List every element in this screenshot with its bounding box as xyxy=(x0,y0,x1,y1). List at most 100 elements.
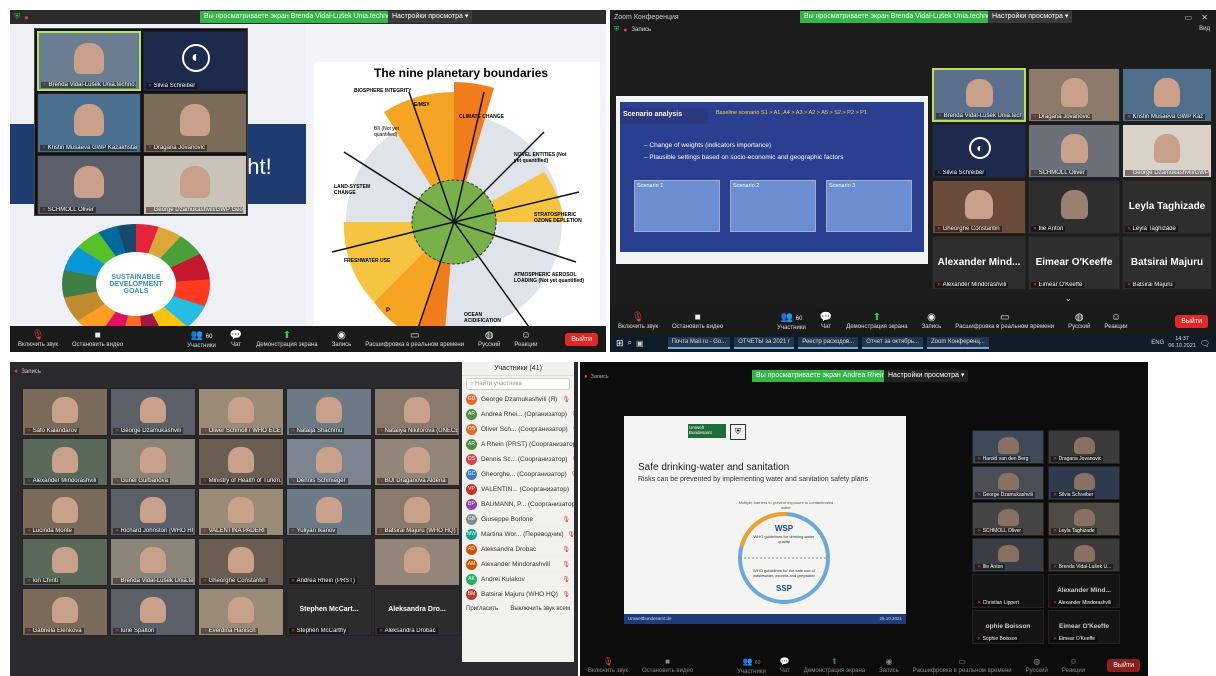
chat-button[interactable]: 💬 Чат xyxy=(780,656,790,674)
minimize-icon[interactable]: ▭ xyxy=(1184,13,1192,22)
video-tile[interactable]: Silvia Schreiber xyxy=(1048,466,1120,500)
participant-search-input[interactable]: ⌕ Найти участника xyxy=(466,378,570,390)
record-button[interactable]: ◉ Запись xyxy=(922,312,942,330)
video-tile[interactable]: George Dzamukashvili/GWP... xyxy=(1122,124,1212,178)
floating-video-panel[interactable]: Brenda Vidal-Lušek Unia.techno... ◐ Silv… xyxy=(34,28,248,216)
video-tile[interactable]: Harold van den Berg xyxy=(972,430,1044,464)
video-tile[interactable]: Dennis Schmieger xyxy=(286,438,372,486)
reactions-button[interactable]: ☺ Реакции xyxy=(1062,656,1085,674)
video-tile[interactable]: Alexander Mindorashvili xyxy=(22,438,108,486)
video-tile[interactable]: George Dzamukashvili xyxy=(972,466,1044,500)
stop-video-button[interactable]: ■ Остановить видео xyxy=(642,656,693,674)
participants-button[interactable]: 👥 60 Участники xyxy=(777,312,806,331)
video-tile[interactable]: Alexander Mind... Alexander Mindorashvili xyxy=(932,236,1026,290)
participant-list-item[interactable]: MW Martina Wor... (Переводчик) 🎙 xyxy=(462,527,574,542)
participant-list-item[interactable]: GC Gheorghe... (Соорганизатор) 🎙 xyxy=(462,467,574,482)
view-options-button[interactable]: Настройки просмотра ▾ xyxy=(988,11,1073,23)
language-button[interactable]: ◍ Русский xyxy=(1068,312,1090,330)
video-tile[interactable]: Yuliyan Ikanov xyxy=(286,488,372,536)
task-view-icon[interactable]: ▣ xyxy=(636,339,644,348)
leave-button[interactable]: Выйти xyxy=(1175,314,1208,328)
video-tile[interactable]: Gabriela Elenkova xyxy=(22,588,108,636)
video-tile[interactable]: Oliver Schmoll / WHO ECEH xyxy=(198,388,284,436)
chevron-down-icon[interactable]: ⌄ xyxy=(1065,294,1072,303)
participant-list-item[interactable]: AD Aleksandra Drobac 🎙 xyxy=(462,542,574,557)
participants-button[interactable]: 👥 60 Участники xyxy=(187,330,216,349)
video-tile[interactable]: BUI Draganova Aldena xyxy=(374,438,460,486)
video-tile[interactable]: Ilie Anton xyxy=(972,538,1044,572)
video-tile[interactable]: Eimear O'Keeffe Eimear O'Keeffe xyxy=(1028,236,1120,290)
video-tile[interactable]: George Dzamukashvili/GWP Geor... xyxy=(143,155,247,215)
participant-list-item[interactable]: AM Alexander Mindorashvili 🎙 xyxy=(462,557,574,572)
windows-start-icon[interactable]: ⊞ xyxy=(616,338,624,349)
participant-list-item[interactable]: DS Dennis Sc... (Соорганизатор)🎙 xyxy=(462,452,574,467)
video-tile[interactable]: Brenda Vidal-Lušek U... xyxy=(1048,538,1120,572)
mute-all-button[interactable]: Выключить звук всем xyxy=(510,606,570,612)
leave-button[interactable]: Выйти xyxy=(565,332,598,346)
video-tile[interactable]: Iurie Spalton xyxy=(110,588,196,636)
video-tile[interactable]: Leyla Taghizade Leyla Taghizade xyxy=(1122,180,1212,234)
transcript-button[interactable]: ▭ Расшифровка в реальном времени xyxy=(365,330,464,348)
unmute-button[interactable]: 🎙 Включить звук xyxy=(618,312,658,330)
stop-video-button[interactable]: ■ Остановить видео xyxy=(72,330,123,348)
clock[interactable]: 14:37 06.10.2021 xyxy=(1168,336,1196,350)
transcript-button[interactable]: ▭ Расшифровка в реальном времени xyxy=(913,656,1012,674)
video-tile[interactable]: Gheorghe Constantin xyxy=(932,180,1026,234)
notifications-icon[interactable]: 🗨 xyxy=(1200,339,1210,348)
video-tile[interactable]: Dragana Jovanovic xyxy=(1048,430,1120,464)
video-tile[interactable]: Batsirai Majuru Batsirai Majuru xyxy=(1122,236,1212,290)
video-tile[interactable]: Richard Johnston (WHO HQ) xyxy=(110,488,196,536)
unmute-button[interactable]: 🎙 Включить звук xyxy=(588,656,628,674)
reactions-button[interactable]: ☺ Реакции xyxy=(514,330,537,348)
video-tile[interactable] xyxy=(374,538,460,586)
stop-video-button[interactable]: ■ Остановить видео xyxy=(672,312,723,330)
video-tile[interactable]: Dragana Jovanovic xyxy=(1028,68,1120,122)
video-tile[interactable]: George Dzamukashvili xyxy=(110,388,196,436)
video-tile[interactable]: Ilie Anton xyxy=(1028,180,1120,234)
video-tile[interactable]: Gunel Gurbanova xyxy=(110,438,196,486)
video-tile[interactable]: Alexander Mind... Alexander Mindorashvili xyxy=(1048,574,1120,608)
video-tile[interactable]: Safo Kalandarov xyxy=(22,388,108,436)
record-button[interactable]: ◉ Запись xyxy=(879,656,899,674)
video-tile[interactable]: Andrea Rhein (PRST) xyxy=(286,538,372,586)
participants-button[interactable]: 👥 60 Участники xyxy=(737,656,766,675)
video-tile[interactable]: ◐ Silvia Schreiber xyxy=(143,31,247,91)
taskbar-app[interactable]: Почта Mail.ru - Go... xyxy=(667,337,731,349)
video-tile[interactable]: Natalja Shachmu xyxy=(286,388,372,436)
leave-button[interactable]: Выйти xyxy=(1107,658,1140,672)
participant-list-item[interactable]: OS Oliver Sch... (Соорганизатор) 🎙 xyxy=(462,422,574,437)
participant-list-item[interactable]: GB Giuseppe Borlone 🎙 xyxy=(462,512,574,527)
taskbar-app[interactable]: Zoom Конференц... xyxy=(927,337,989,349)
video-tile[interactable]: Lucinda Monte xyxy=(22,488,108,536)
close-icon[interactable]: ✕ xyxy=(1201,13,1208,22)
video-tile[interactable]: Ministry of Health of Turkm... xyxy=(198,438,284,486)
chat-button[interactable]: 💬 Чат xyxy=(820,312,832,330)
record-button[interactable]: ◉ Запись xyxy=(332,330,352,348)
reactions-button[interactable]: ☺ Реакции xyxy=(1104,312,1127,330)
video-tile[interactable]: Dragana Jovanovic xyxy=(143,93,247,153)
view-options-button[interactable]: Настройки просмотра ▾ xyxy=(388,11,473,23)
participant-list-item[interactable]: GD George Dzamukashvili (Я) 🎙 xyxy=(462,392,574,407)
language-button[interactable]: ◍ Русский xyxy=(1026,656,1048,674)
video-tile[interactable]: Batsirai Majuru (WHO HQ) xyxy=(374,488,460,536)
video-tile[interactable]: Leyla Taghizade xyxy=(1048,502,1120,536)
video-tile[interactable]: Kristin Musaeva GWP Kaz xyxy=(1122,68,1212,122)
video-tile[interactable]: Eimear O'Keeffe Eimear O'Keeffe xyxy=(1048,610,1120,644)
participant-list-item[interactable]: ARA Rhein (PRST) (Соорганизатор)🎙 xyxy=(462,437,574,452)
video-tile[interactable]: SCHMOLL Oliver xyxy=(37,155,141,215)
video-tile[interactable]: ophie Boisson Sophie Boisson xyxy=(972,610,1044,644)
participant-list-item[interactable]: BM Batsirai Majuru (WHO HQ) 🎙 xyxy=(462,587,574,602)
video-tile[interactable]: Brenda Vidal-Lušek Unia.techno... xyxy=(932,68,1026,122)
taskbar-app[interactable]: ОТЧЕТЫ за 2021 г xyxy=(734,337,795,349)
transcript-button[interactable]: ▭ Расшифровка в реальном времени xyxy=(955,312,1054,330)
video-tile[interactable]: Stephen McCart... Stephen McCarthy xyxy=(286,588,372,636)
video-tile[interactable]: Gheorghe Constantin xyxy=(198,538,284,586)
video-tile[interactable]: ◐ Silvia Schreiber xyxy=(932,124,1026,178)
video-tile[interactable]: VALENTINA PADERI xyxy=(198,488,284,536)
keyboard-language[interactable]: ENG xyxy=(1151,340,1164,346)
video-tile[interactable]: Aleksandra Dro... Aleksandra Drobac xyxy=(374,588,460,636)
video-tile[interactable]: Nataliya Nikiforova (UNECE) xyxy=(374,388,460,436)
share-screen-button[interactable]: ⬆ Демонстрация экрана xyxy=(804,656,865,674)
view-options-button[interactable]: Настройки просмотра ▾ xyxy=(884,370,969,382)
video-tile[interactable]: SCHMOLL Oliver xyxy=(1028,124,1120,178)
